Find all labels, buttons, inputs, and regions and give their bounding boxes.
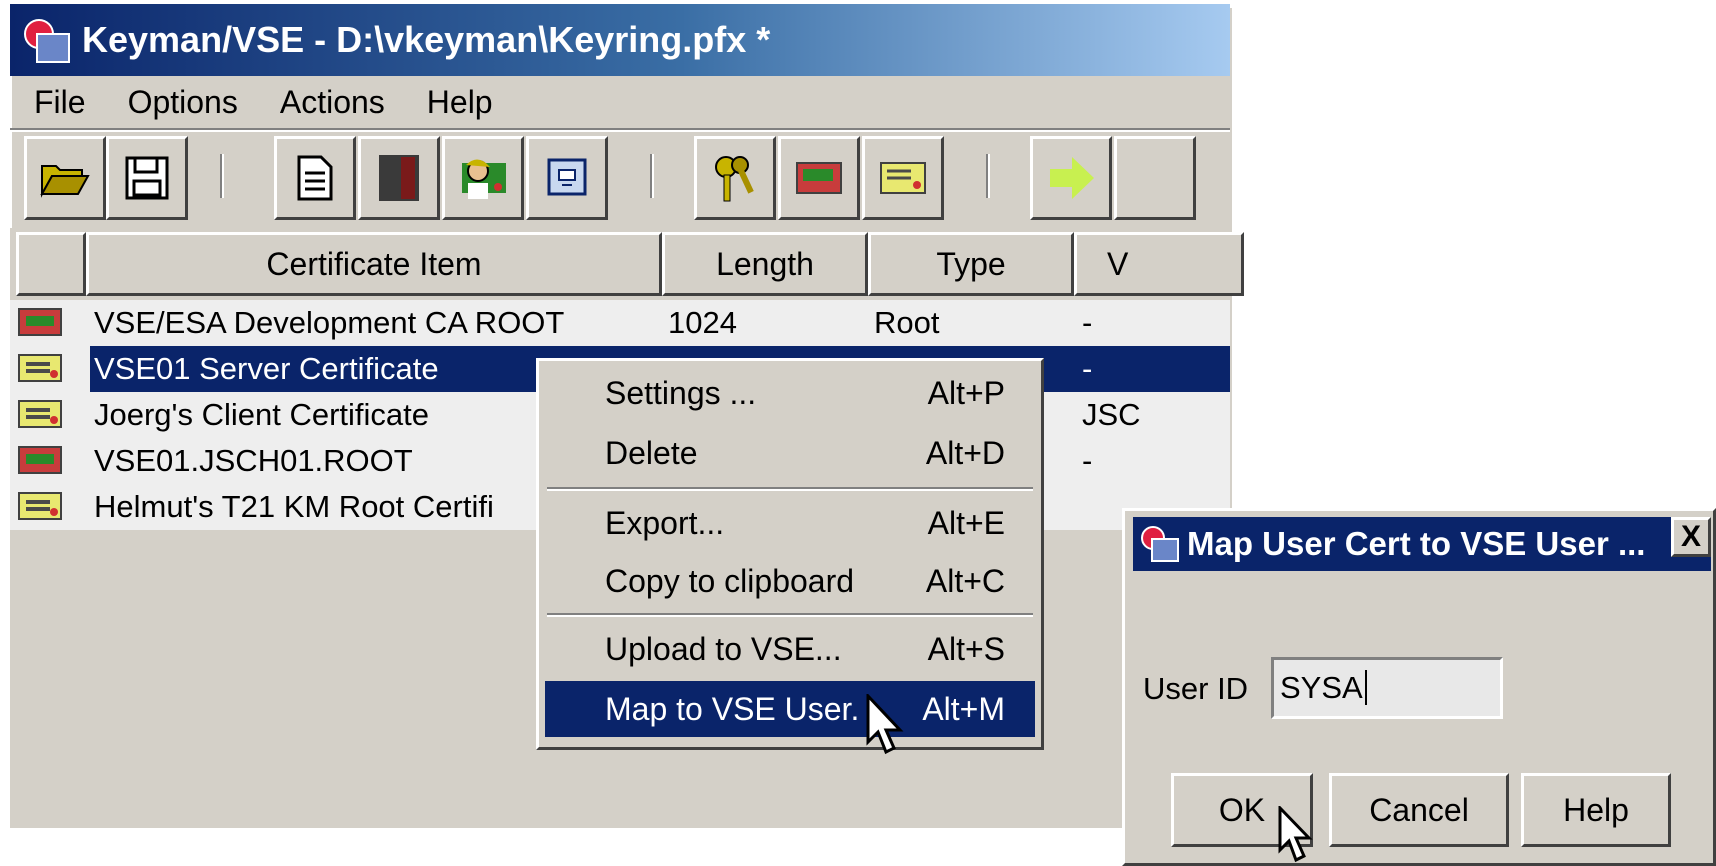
monitor-button[interactable] [526,136,608,220]
toolbar-separator [650,154,654,198]
toolbar-separator [986,154,990,198]
user-certificate-button[interactable] [442,136,524,220]
forward-button[interactable] [1030,136,1112,220]
menu-item-shortcut: Alt+E [927,504,1005,541]
menu-actions[interactable]: Actions [256,84,403,121]
save-disk-icon [125,156,169,200]
map-user-dialog: Map User Cert to VSE User ... X User ID … [1122,508,1716,866]
menu-item-label: Map to VSE User. [605,690,860,727]
cell-v: JSC [1082,397,1141,432]
column-header-certificate-item[interactable]: Certificate Item [86,232,662,296]
arrow-right-icon [1050,157,1094,199]
help-button[interactable]: Help [1521,773,1671,847]
user-certificate-icon [462,159,506,199]
toolbar-divider [10,128,1230,132]
red-certificate-icon [796,162,842,194]
dialog-title: Map User Cert to VSE User ... [1187,525,1646,562]
keyman-app-icon [22,17,70,63]
monitor-icon [547,158,587,196]
cell-certificate-item: VSE/ESA Development CA ROOT [94,305,565,340]
cell-type: Root [874,305,940,340]
menu-item-shortcut: Alt+P [927,374,1005,411]
table-row[interactable]: VSE/ESA Development CA ROOT 1024 Root - [10,300,1230,346]
column-header-v[interactable]: V [1074,232,1244,296]
red-certificate-button[interactable] [778,136,860,220]
user-id-value: SYSA [1280,670,1363,705]
menu-item-label: Export... [605,504,725,541]
menu-item-delete[interactable]: Delete Alt+D [545,425,1035,481]
keyman-app-icon [1139,524,1179,564]
user-id-label: User ID [1143,671,1249,706]
menu-item-settings[interactable]: Settings ... Alt+P [545,365,1035,421]
save-button[interactable] [106,136,188,220]
open-button[interactable] [24,136,106,220]
yellow-certificate-icon [880,162,926,194]
document-icon [297,155,333,201]
menu-item-export[interactable]: Export... Alt+E [545,495,1035,551]
menu-separator [547,613,1033,617]
new-document-button[interactable] [274,136,356,220]
close-button[interactable]: X [1671,517,1711,557]
yellow-certificate-icon [18,400,62,428]
toolbar-separator [220,154,224,198]
menu-bar: File Options Actions Help [10,76,1230,128]
menu-help[interactable]: Help [403,84,511,121]
column-header-icon[interactable] [16,232,86,296]
menu-item-shortcut: Alt+D [925,434,1005,471]
dialog-title-bar[interactable]: Map User Cert to VSE User ... [1133,517,1711,571]
menu-separator [547,487,1033,491]
toolbar [10,136,1230,226]
menu-item-label: Delete [605,434,698,471]
cell-v: - [1082,305,1093,340]
close-icon: X [1680,520,1701,553]
yellow-certificate-icon [18,354,62,382]
menu-item-label: Upload to VSE... [605,630,842,667]
yellow-certificate-icon [18,492,62,520]
menu-item-label: Copy to clipboard [605,562,855,599]
cell-v: - [1082,346,1222,392]
menu-item-shortcut: Alt+S [927,630,1005,667]
user-id-input[interactable]: SYSA [1271,657,1503,719]
menu-item-shortcut: Alt+C [925,562,1005,599]
menu-item-map-to-vse-user[interactable]: Map to VSE User. Alt+M [545,681,1035,737]
window-title: Keyman/VSE - D:\vkeyman\Keyring.pfx * [82,19,771,60]
title-bar[interactable]: Keyman/VSE - D:\vkeyman\Keyring.pfx * [10,4,1230,76]
toolbar-overflow-button[interactable] [1114,136,1196,220]
cell-length: 1024 [668,305,737,340]
menu-item-label: Settings ... [605,374,757,411]
keys-icon [715,156,754,202]
column-header-length[interactable]: Length [662,232,868,296]
context-menu: Settings ... Alt+P Delete Alt+D Export..… [536,358,1044,750]
mouse-cursor-icon [866,694,904,755]
menu-options[interactable]: Options [104,84,256,121]
menu-file[interactable]: File [10,84,104,121]
server-button[interactable] [358,136,440,220]
column-header-type[interactable]: Type [868,232,1074,296]
cancel-button[interactable]: Cancel [1329,773,1509,847]
open-folder-icon [40,165,90,198]
cell-certificate-item: Helmut's T21 KM Root Certific [94,489,494,524]
red-certificate-icon [18,446,62,474]
server-icon [379,155,419,201]
menu-item-shortcut: Alt+M [922,690,1005,727]
menu-item-upload-to-vse[interactable]: Upload to VSE... Alt+S [545,621,1035,677]
mouse-cursor-icon [1278,806,1313,863]
red-certificate-icon [18,308,62,336]
cell-v: - [1082,443,1093,478]
yellow-certificate-button[interactable] [862,136,944,220]
menu-item-copy-to-clipboard[interactable]: Copy to clipboard Alt+C [545,553,1035,609]
keys-button[interactable] [694,136,776,220]
